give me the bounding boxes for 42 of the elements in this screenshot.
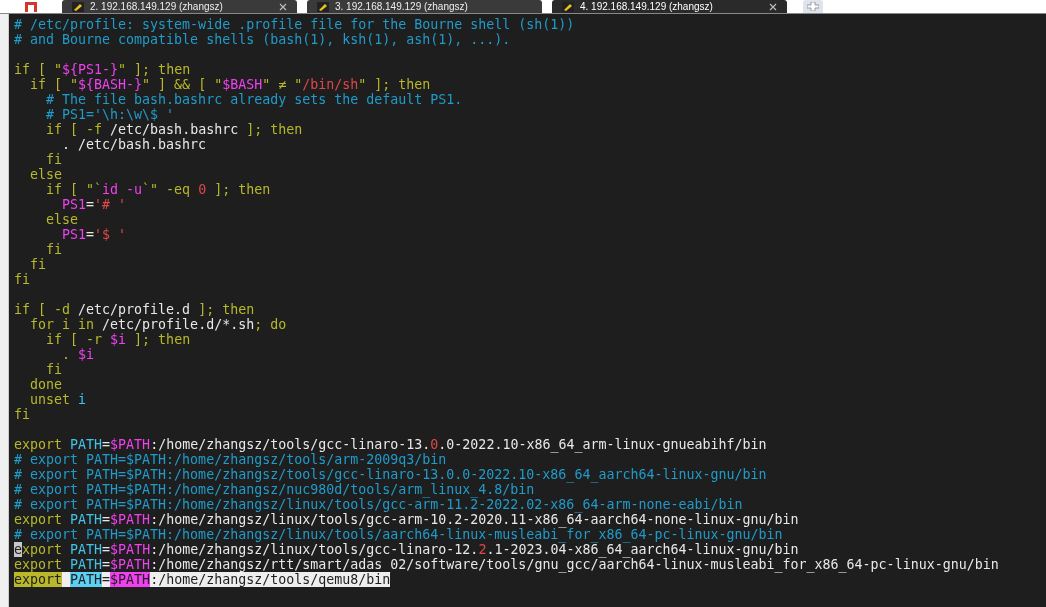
code-line: if [ "${BASH-}" ] && [ "$BASH" ≠ "/bin/sh" ]; then	[29, 77, 431, 92]
code-line: export PATH=$PATH:/home/zhangsz/linux/tools/gcc-arm-10.2-2020.11-x86_64-aarch64-none-linux-gnu/bin	[14, 512, 799, 527]
code-line: if [ -r $i ]; then	[45, 332, 191, 347]
tab[interactable]: 2. 192.168.149.129 (zhangsz)	[62, 0, 297, 13]
code-line: unset i	[29, 392, 87, 407]
code-line: # /etc/profile: system-wide .profile file for the Bourne shell (sh(1))	[14, 17, 575, 32]
code-line: # export PATH=$PATH:/home/zhangsz/linux/tools/gcc-arm-11.2-2022.02-x86_64-arm-none-eabi/bin	[14, 497, 743, 512]
code-line: # The file bash.bashrc already sets the default PS1.	[45, 92, 463, 107]
code-line: if [ -d /etc/profile.d ]; then	[14, 302, 255, 317]
code-line: fi	[29, 257, 47, 272]
code-line: done	[29, 377, 63, 392]
close-icon[interactable]	[279, 2, 287, 11]
code-line: # export PATH=$PATH:/home/zhangsz/linux/tools/aarch64-linux-musleabi_for_x86_64-pc-linux-gnu/bin	[14, 527, 783, 542]
code-line: if [ "`id -u`" -eq 0 ]; then	[45, 182, 271, 197]
code-line: . $i	[61, 347, 95, 362]
tab[interactable]: 3. 192.168.149.129 (zhangsz)	[307, 0, 542, 13]
code-line: fi	[14, 272, 30, 287]
close-icon[interactable]	[769, 2, 777, 11]
terminal-icon	[72, 1, 84, 12]
tab[interactable]: 4. 192.168.149.129 (zhangsz)	[552, 0, 787, 13]
code-line: else	[45, 212, 79, 227]
code-line: # export PATH=$PATH:/home/zhangsz/nuc980d/tools/arm_linux_4.8/bin	[14, 482, 535, 497]
code-line: else	[29, 167, 63, 182]
code-line: export PATH=$PATH:/home/zhangsz/rtt/smart/adas_02/software/tools/gnu_gcc/aarch64-linux-musleabi_for_x86_64-pc-linux-gnu/bin	[14, 557, 999, 572]
code-line: # export PATH=$PATH:/home/zhangsz/tools/gcc-linaro-13.0.0-2022.10-x86_64_aarch64-linux-gnu/bin	[14, 467, 767, 482]
code-line: # and Bourne compatible shells (bash(1), ksh(1), ash(1), ...).	[14, 32, 511, 47]
code-line: PS1='$ '	[61, 227, 127, 242]
terminal-icon	[317, 1, 329, 12]
code-line: if [ -f /etc/bash.bashrc ]; then	[45, 122, 303, 137]
code-line: fi	[45, 152, 63, 167]
code-line: fi	[45, 242, 63, 257]
code-line: # export PATH=$PATH:/home/zhangsz/tools/arm-2009q3/bin	[14, 452, 447, 467]
terminal-icon	[562, 1, 574, 12]
code-line: # PS1='\h:\w\$ '	[45, 107, 175, 122]
app-icon[interactable]	[24, 0, 38, 13]
code-line: fi	[14, 407, 30, 422]
code-line: if [ "${PS1-}" ]; then	[14, 62, 191, 77]
code-line: fi	[45, 362, 63, 377]
code-line: PS1='# '	[61, 197, 127, 212]
code-line: for i in /etc/profile.d/*.sh; do	[29, 317, 287, 332]
code-line: export PATH=$PATH:/home/zhangsz/tools/gcc-linaro-13.0.0-2022.10-x86_64_arm-linux-gnueabihf/bin	[14, 437, 767, 452]
code-line: . /etc/bash.bashrc	[61, 137, 207, 152]
